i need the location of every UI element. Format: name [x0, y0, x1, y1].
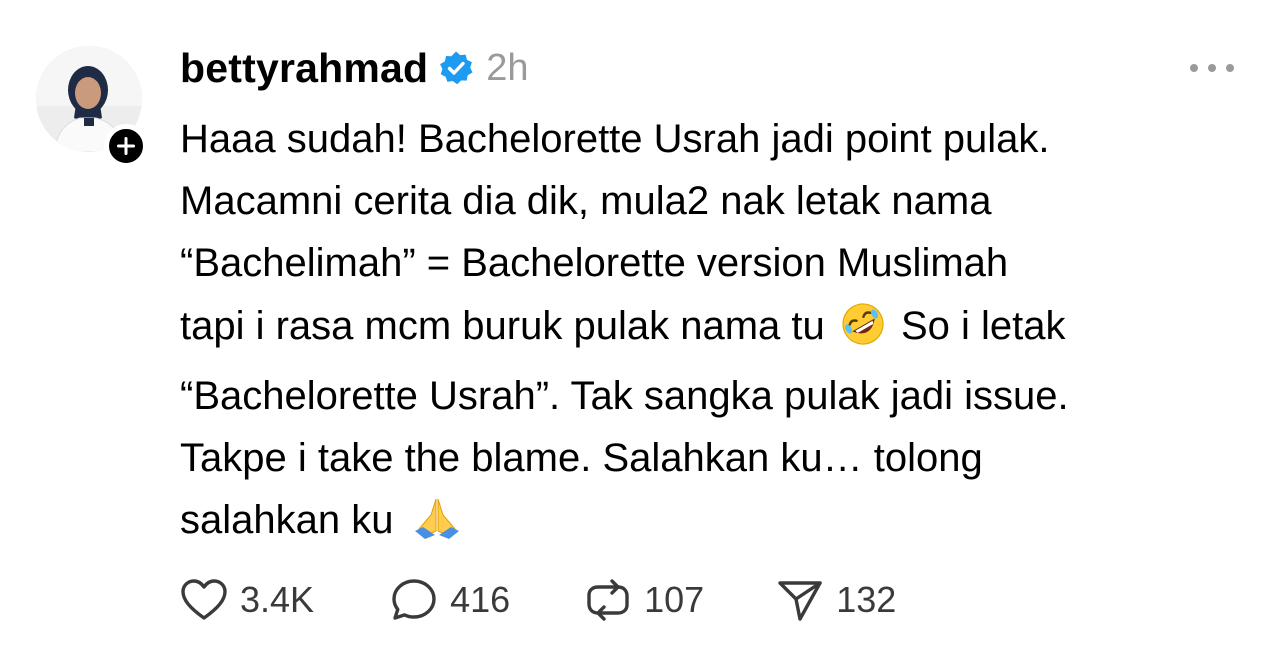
dot-icon: [1190, 64, 1198, 72]
heart-icon: [181, 579, 227, 620]
dot-icon: [1226, 64, 1234, 72]
reply-count: 416: [450, 579, 511, 620]
send-icon: [778, 581, 822, 621]
post-text-line-with-emoji: salahkan ku: [180, 489, 1250, 559]
more-options-button[interactable]: [1190, 60, 1234, 76]
repost-button[interactable]: 107: [584, 577, 704, 623]
post-actions-bar: 3.4K 416 107 132: [180, 574, 896, 626]
plus-icon: [117, 137, 135, 155]
post-header: bettyrahmad 2h: [180, 40, 529, 96]
thread-post: bettyrahmad 2h Haaa sudah! Bachelorette …: [0, 0, 1280, 665]
verified-badge-icon: [438, 50, 474, 86]
post-timestamp: 2h: [486, 46, 529, 89]
post-text-segment: tapi i rasa mcm buruk pulak nama tu: [180, 303, 825, 348]
post-text-line: “Bachelorette Usrah”. Tak sangka pulak j…: [180, 373, 1069, 418]
like-count: 3.4K: [240, 579, 315, 620]
post-text-line: Haaa sudah! Bachelorette Usrah jadi poin…: [180, 117, 1050, 161]
rolling-on-floor-laughing-emoji-icon: [840, 301, 886, 365]
repost-count: 107: [644, 579, 705, 620]
post-text-segment: salahkan ku: [180, 498, 394, 543]
post-text-line: “Bachelimah” = Bachelorette version Musl…: [180, 241, 1009, 286]
username-link[interactable]: bettyrahmad: [180, 45, 428, 92]
folded-hands-emoji-icon: [409, 495, 465, 559]
avatar-container: [36, 46, 148, 168]
reply-button[interactable]: 416: [390, 577, 510, 623]
share-count: 132: [836, 579, 897, 620]
dot-icon: [1208, 64, 1216, 72]
follow-button[interactable]: [104, 124, 148, 168]
post-text-line: Takpe i take the blame. Salahkan ku… tol…: [180, 436, 983, 481]
post-text-line: Macamni cerita dia dik, mula2 nak letak …: [180, 179, 992, 224]
post-body: Haaa sudah! Bachelorette Usrah jadi poin…: [180, 108, 1250, 559]
share-button[interactable]: 132: [776, 577, 896, 623]
post-text-segment: So i letak: [900, 303, 1066, 348]
like-button[interactable]: 3.4K: [180, 578, 314, 622]
comment-icon: [392, 579, 436, 620]
post-text-line-with-emoji: tapi i rasa mcm buruk pulak nama tu So i…: [180, 295, 1250, 365]
repost-icon: [587, 579, 629, 621]
